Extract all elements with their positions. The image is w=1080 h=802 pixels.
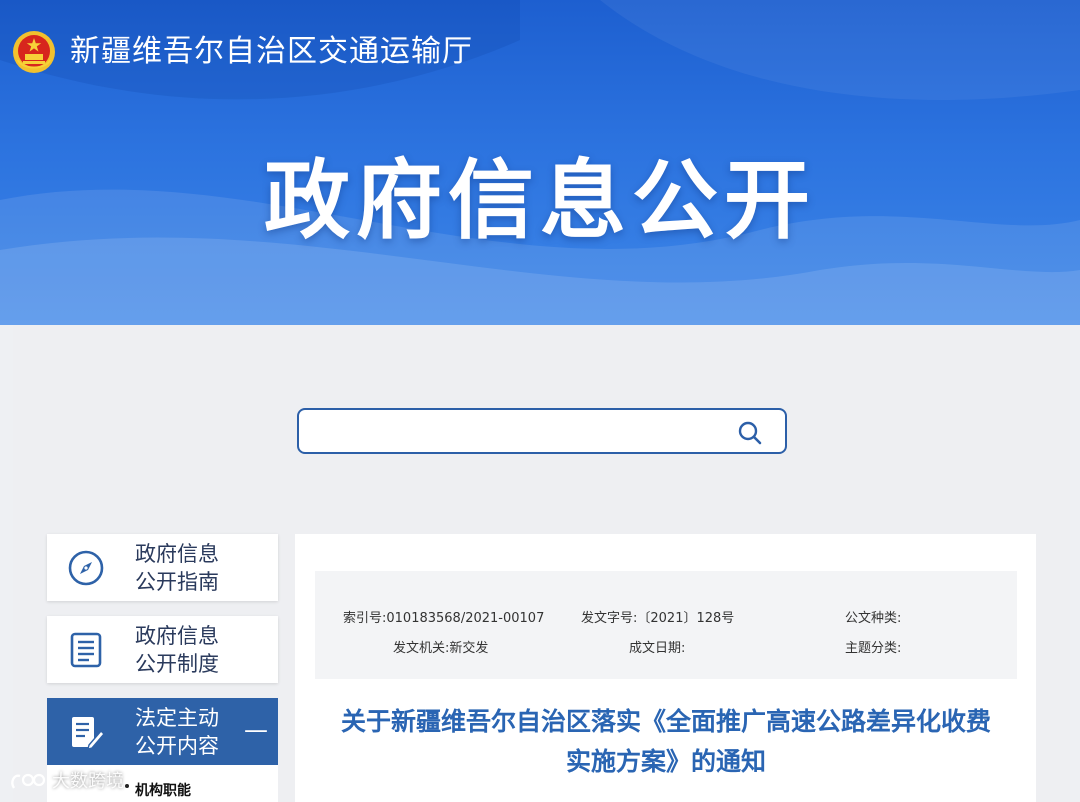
site-header: 新疆维吾尔自治区交通运输厅 政府信息公开 bbox=[0, 0, 1080, 325]
sidebar-item-disclosure-system[interactable]: 政府信息 公开制度 bbox=[47, 616, 278, 683]
search-input[interactable] bbox=[313, 418, 713, 446]
site-name[interactable]: 新疆维吾尔自治区交通运输厅 bbox=[70, 30, 473, 74]
meta-doc-no: 发文字号:〔2021〕128号 bbox=[581, 611, 735, 626]
search-icon[interactable] bbox=[737, 420, 763, 446]
collapse-toggle[interactable]: — bbox=[244, 716, 268, 744]
search-box[interactable] bbox=[297, 408, 787, 454]
meta-doc-type: 公文种类: bbox=[845, 611, 902, 626]
meta-index-no: 索引号:010183568/2021-00107 bbox=[343, 611, 545, 626]
sidebar-item-statutory-disclosure[interactable]: 法定主动 公开内容 — bbox=[47, 698, 278, 765]
meta-issuer: 发文机关:新交发 bbox=[393, 641, 489, 656]
document-title: 关于新疆维吾尔自治区落实《全面推广高速公路差异化收费 实施方案》的通知 bbox=[340, 707, 991, 776]
watermark-logo-icon bbox=[11, 773, 46, 789]
banner-title: 政府信息公开 bbox=[264, 151, 816, 251]
meta-date: 成文日期: bbox=[629, 641, 686, 656]
meta-topic: 主题分类: bbox=[845, 641, 902, 656]
watermark: 大数跨境 bbox=[8, 768, 124, 796]
sidebar-item-disclosure-guide[interactable]: 政府信息 公开指南 bbox=[47, 534, 278, 601]
sidebar-item-label: 法定主动 公开内容 bbox=[135, 706, 219, 758]
compass-icon bbox=[68, 550, 104, 586]
document-list-icon bbox=[70, 632, 102, 668]
bullet-dot bbox=[125, 784, 129, 788]
document-edit-icon bbox=[72, 717, 105, 750]
sidebar-subitem-label: 机构职能 bbox=[135, 783, 191, 799]
sidebar-item-label: 政府信息 公开指南 bbox=[135, 542, 219, 594]
document-metadata: 索引号:010183568/2021-00107 发文字号:〔2021〕128号… bbox=[315, 571, 1017, 679]
national-emblem-icon bbox=[13, 31, 55, 73]
sidebar-item-label: 政府信息 公开制度 bbox=[135, 624, 219, 676]
